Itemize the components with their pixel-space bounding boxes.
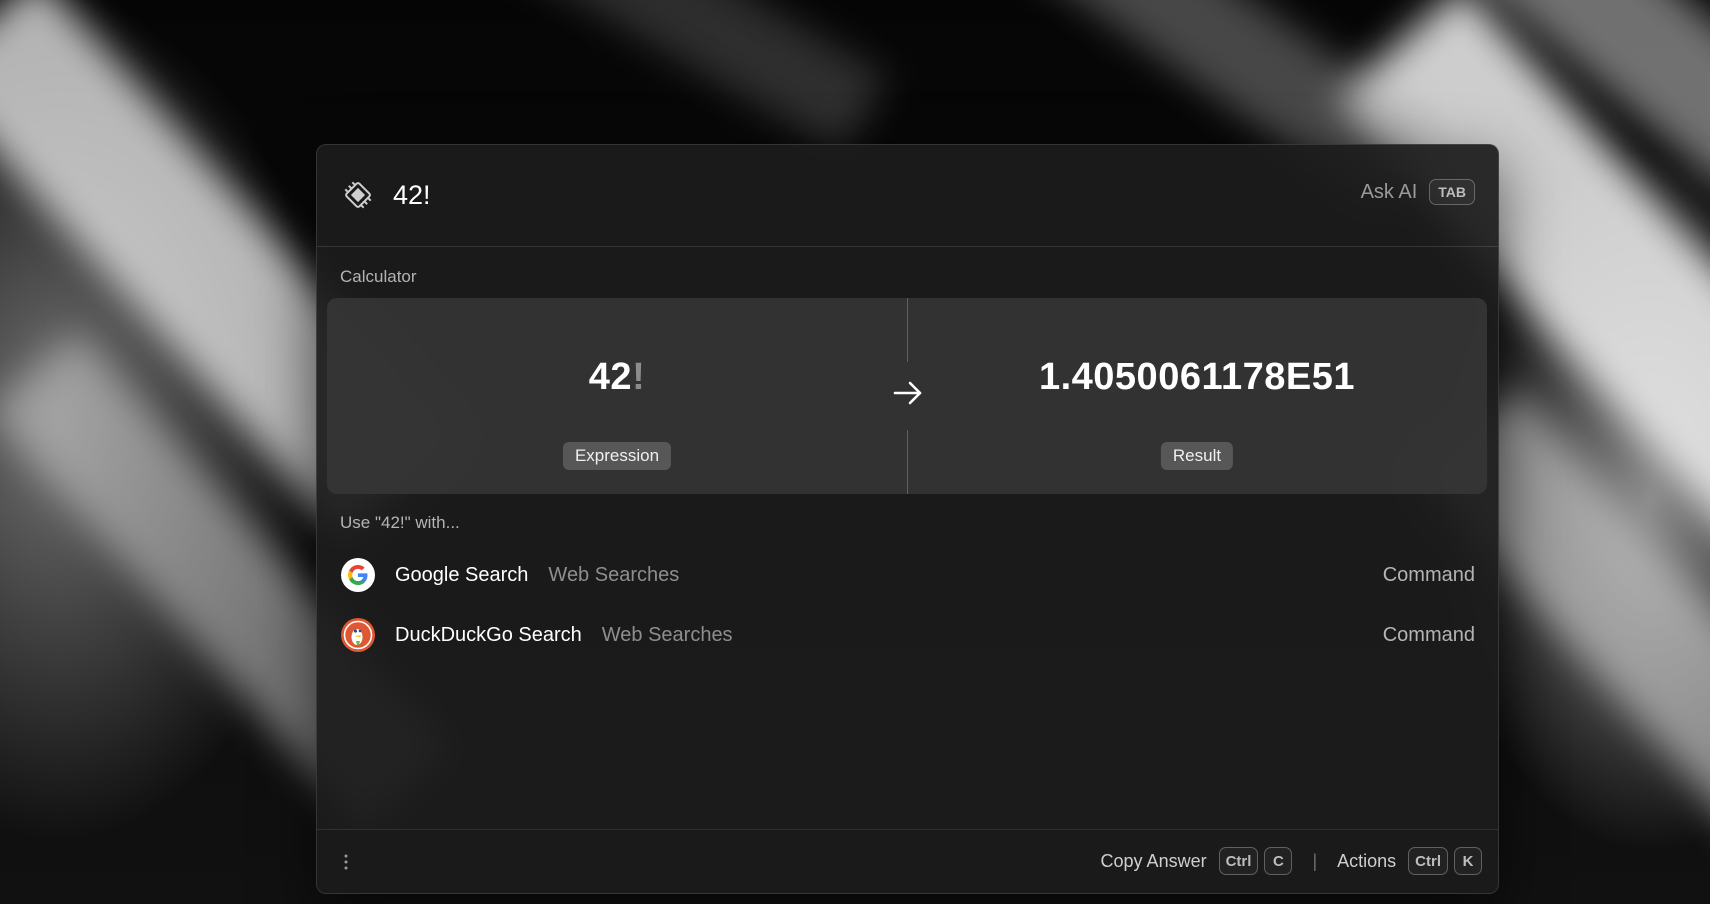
calculator-result-panel: 1.4050061178E51 Result bbox=[907, 298, 1487, 494]
calculator-extension-icon bbox=[344, 181, 372, 209]
k-key-hint: K bbox=[1454, 847, 1482, 875]
copy-answer-button[interactable]: Copy Answer bbox=[1101, 851, 1207, 872]
expression-operator: ! bbox=[632, 356, 646, 398]
tab-key-hint: TAB bbox=[1429, 179, 1475, 205]
expression-number: 42 bbox=[588, 356, 633, 398]
expression-tag: Expression bbox=[562, 442, 672, 470]
list-item-subtitle: Web Searches bbox=[548, 563, 680, 586]
ctrl-key-hint: Ctrl bbox=[1218, 847, 1259, 875]
ask-ai-button[interactable]: Ask AI TAB bbox=[1361, 179, 1475, 205]
list-item-subtitle: Web Searches bbox=[601, 623, 733, 646]
list-item-title: DuckDuckGo Search bbox=[395, 623, 582, 646]
result-value: 1.4050061178E51 bbox=[1038, 356, 1356, 398]
ask-ai-label: Ask AI bbox=[1360, 180, 1418, 203]
footer-separator: | bbox=[1312, 850, 1318, 871]
search-input[interactable]: 42! bbox=[393, 177, 431, 213]
use-with-section-label: Use "42!" with... bbox=[340, 513, 460, 532]
google-icon bbox=[341, 558, 375, 592]
list-item-duckduckgo-search[interactable]: DuckDuckGo Search Web Searches Command bbox=[340, 615, 1475, 655]
c-key-hint: C bbox=[1264, 847, 1293, 875]
more-options-icon[interactable] bbox=[343, 852, 349, 872]
expression-value: 42! bbox=[327, 356, 907, 399]
calculator-section-label: Calculator bbox=[340, 267, 417, 286]
list-item-google-search[interactable]: Google Search Web Searches Command bbox=[340, 555, 1475, 595]
list-item-type: Command bbox=[1382, 623, 1475, 646]
result-tag: Result bbox=[1160, 442, 1234, 470]
duckduckgo-icon bbox=[341, 618, 375, 652]
action-bar: Copy Answer Ctrl C | Actions Ctrl K bbox=[317, 829, 1498, 893]
actions-button[interactable]: Actions bbox=[1337, 851, 1396, 872]
ctrl-key-hint: Ctrl bbox=[1408, 847, 1448, 875]
list-item-type: Command bbox=[1382, 563, 1475, 586]
launcher-window: 42! Ask AI TAB Calculator 42! Expression… bbox=[316, 144, 1499, 894]
footer-actions: Copy Answer Ctrl C | Actions Ctrl K bbox=[1101, 847, 1482, 875]
calculator-result-card[interactable]: 42! Expression 1.4050061178E51 Result bbox=[327, 298, 1487, 494]
calculator-expression-panel: 42! Expression bbox=[327, 298, 907, 494]
wallpaper-light-streak bbox=[392, 0, 888, 154]
search-bar: 42! Ask AI TAB bbox=[317, 145, 1498, 247]
list-item-title: Google Search bbox=[395, 563, 529, 586]
